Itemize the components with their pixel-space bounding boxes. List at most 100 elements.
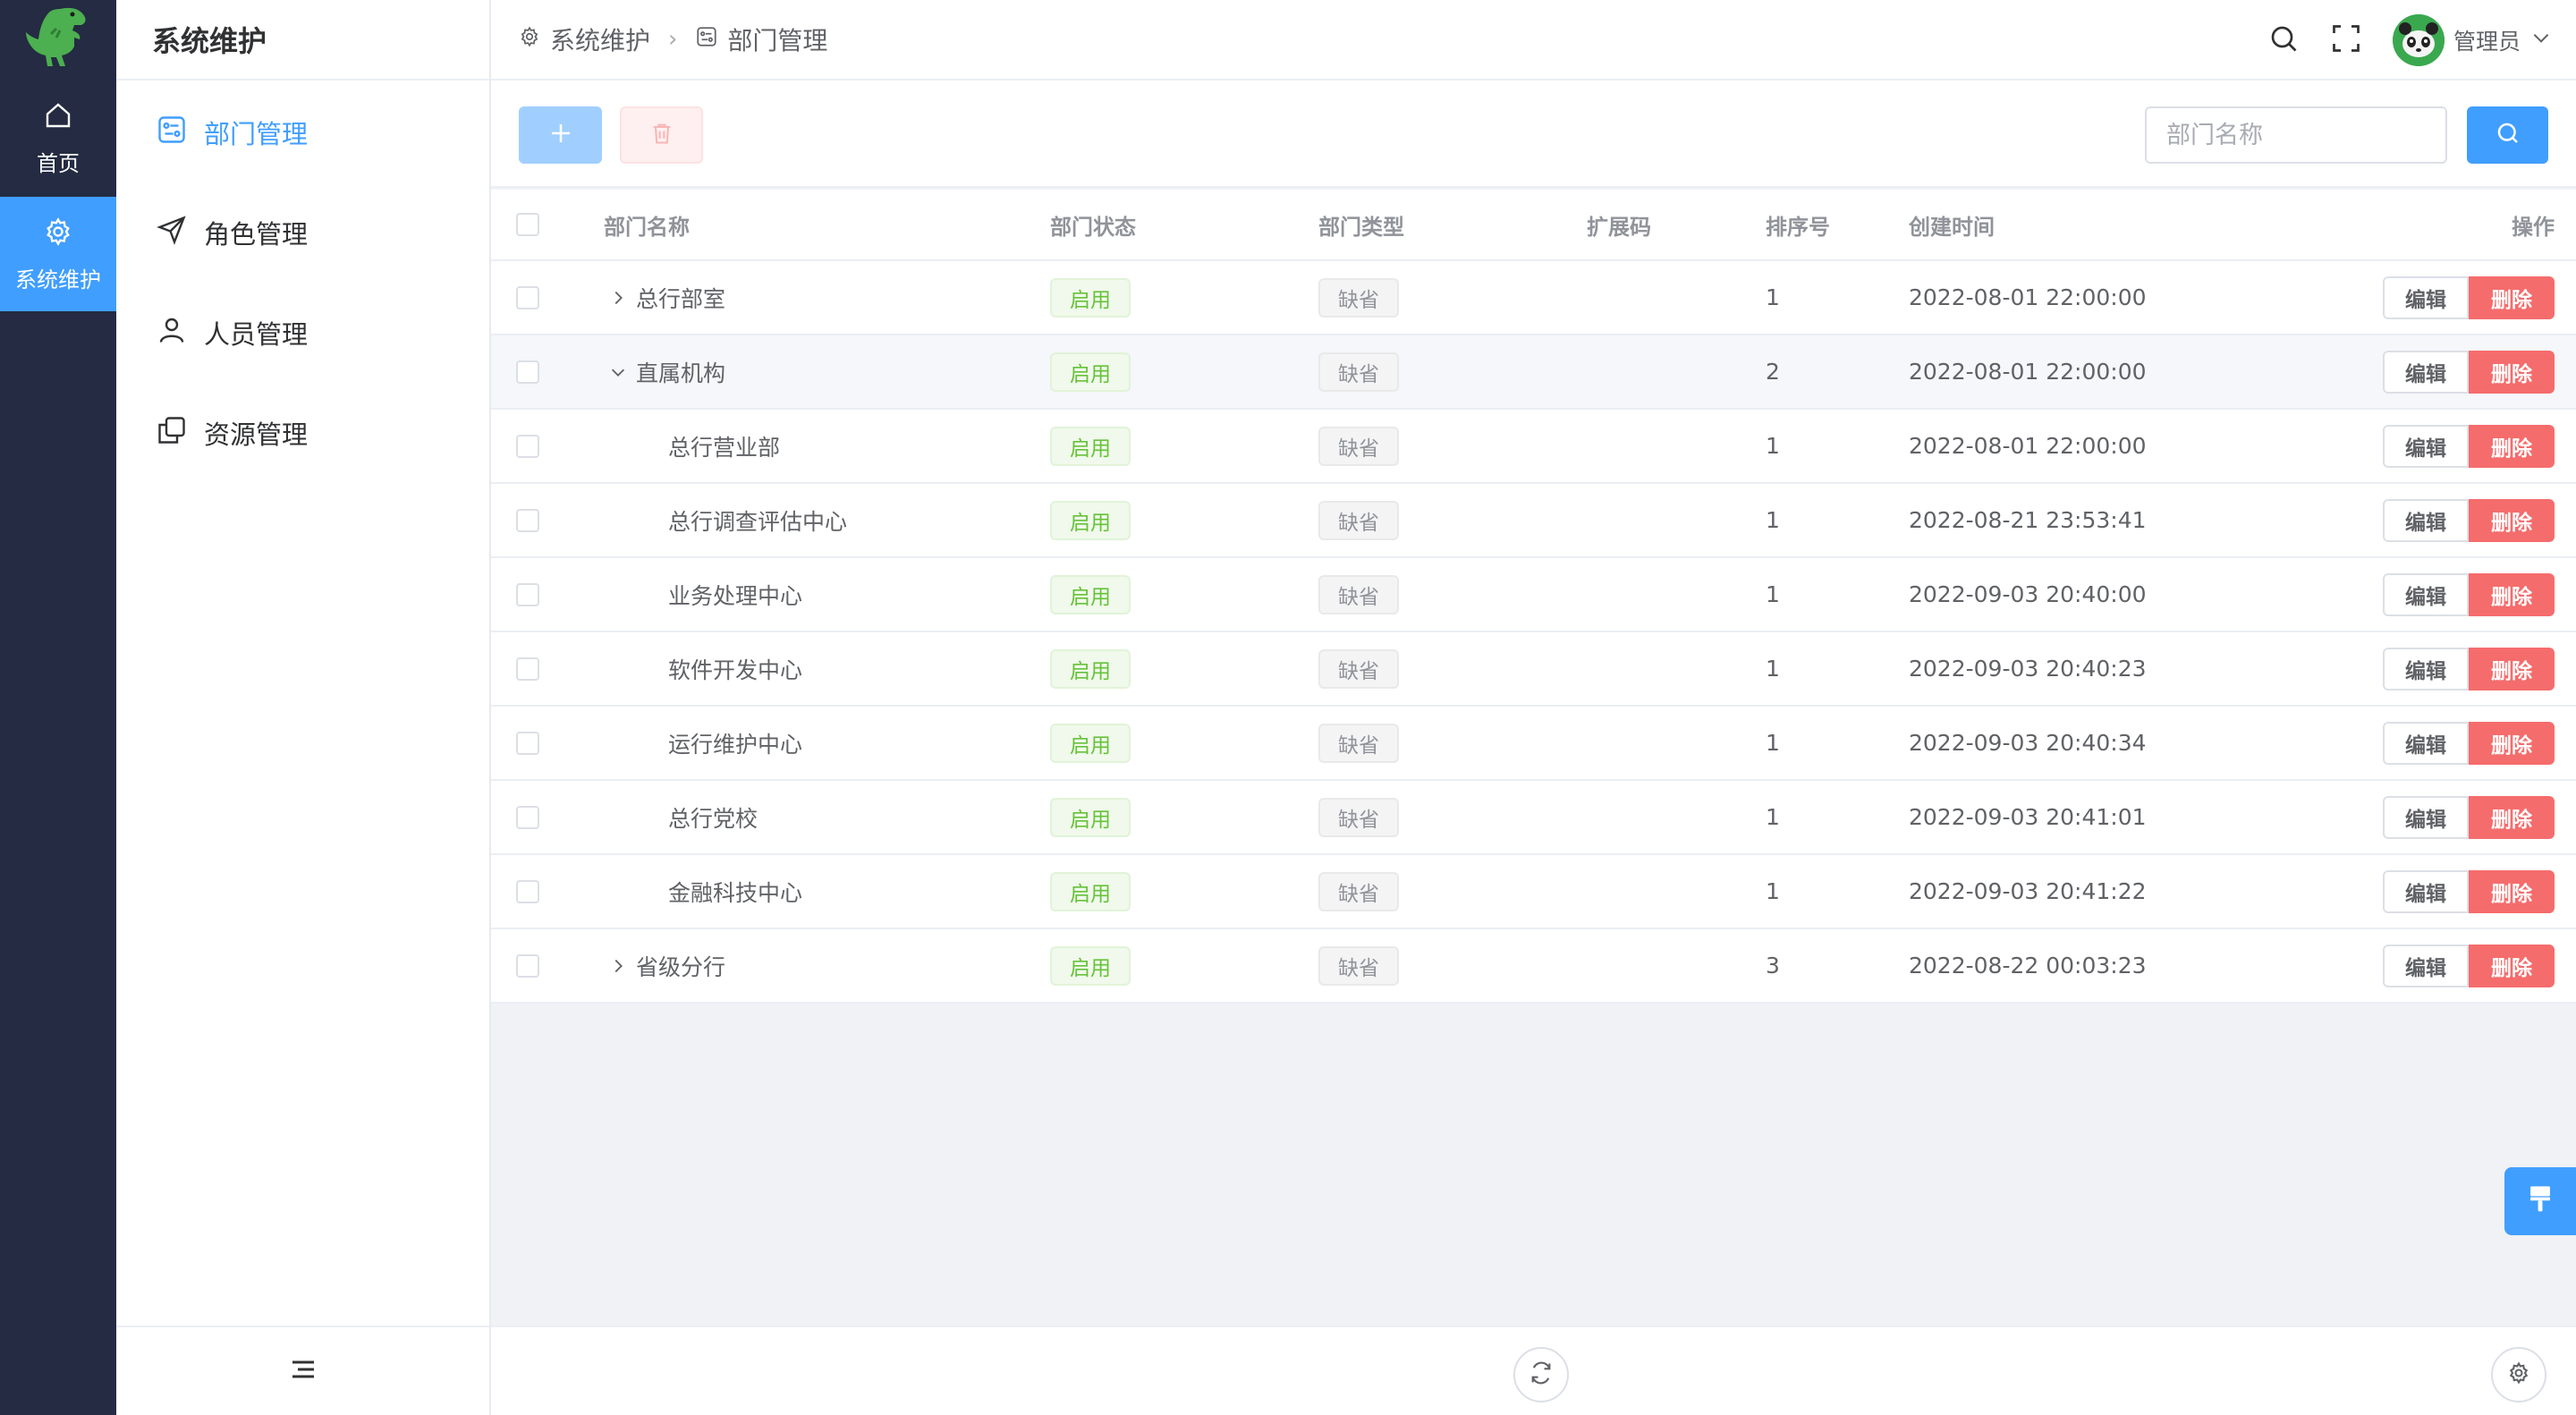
delete-button[interactable]: 删除 [2469, 498, 2555, 542]
sort-cell: 1 [1766, 730, 1780, 756]
status-cell: 启用 [1050, 855, 1131, 928]
edit-button[interactable]: 编辑 [2383, 350, 2469, 394]
delete-button[interactable]: 删除 [2469, 275, 2555, 319]
table-row[interactable]: 总行党校 启用 缺省 1 2022-09-03 20:41:01 编辑 删除 [491, 781, 2576, 855]
name-cell: 总行营业部 [604, 410, 780, 482]
delete-button[interactable]: 删除 [2469, 944, 2555, 987]
status-cell: 启用 [1050, 632, 1131, 705]
select-all-checkbox[interactable] [516, 190, 539, 259]
table-toolbar [491, 82, 2576, 188]
edit-button[interactable]: 编辑 [2383, 795, 2469, 839]
table-row[interactable]: 直属机构 启用 缺省 2 2022-08-01 22:00:00 编辑 删除 [491, 335, 2576, 410]
row-checkbox[interactable] [516, 707, 539, 779]
add-button[interactable] [519, 106, 602, 164]
status-badge: 启用 [1050, 871, 1131, 911]
batch-delete-button[interactable] [620, 106, 703, 164]
table-row[interactable]: 运行维护中心 启用 缺省 1 2022-09-03 20:40:34 编辑 删除 [491, 707, 2576, 781]
delete-button[interactable]: 删除 [2469, 795, 2555, 839]
row-checkbox[interactable] [516, 558, 539, 631]
row-checkbox[interactable] [516, 484, 539, 556]
type-cell: 缺省 [1318, 929, 1399, 1002]
type-badge: 缺省 [1318, 723, 1399, 763]
status-badge: 启用 [1050, 648, 1131, 689]
row-checkbox[interactable] [516, 261, 539, 334]
delete-button[interactable]: 删除 [2469, 721, 2555, 765]
chevron-right-icon[interactable] [604, 288, 632, 308]
search-icon[interactable] [2267, 22, 2300, 58]
edit-button[interactable]: 编辑 [2383, 498, 2469, 542]
name-cell: 总行党校 [604, 781, 758, 853]
submenu-item-role[interactable]: 角色管理 [116, 182, 489, 283]
edit-button[interactable]: 编辑 [2383, 647, 2469, 691]
table-row[interactable]: 软件开发中心 启用 缺省 1 2022-09-03 20:40:23 编辑 删除 [491, 632, 2576, 707]
row-checkbox[interactable] [516, 410, 539, 482]
row-checkbox[interactable] [516, 855, 539, 928]
status-badge: 启用 [1050, 277, 1131, 318]
table-row[interactable]: 总行调查评估中心 启用 缺省 1 2022-08-21 23:53:41 编辑 删除 [491, 484, 2576, 558]
op-cell: 编辑 删除 [2383, 410, 2555, 482]
edit-button[interactable]: 编辑 [2383, 424, 2469, 468]
dinosaur-logo [13, 0, 102, 75]
status-cell: 启用 [1050, 335, 1131, 408]
theme-tool-button[interactable] [2504, 1167, 2576, 1235]
user-menu[interactable]: 管理员 [2392, 14, 2553, 66]
trash-icon [649, 121, 674, 149]
settings-button[interactable] [2491, 1347, 2546, 1402]
delete-button[interactable]: 删除 [2469, 424, 2555, 468]
submenu-item-personnel[interactable]: 人员管理 [116, 283, 489, 383]
department-name: 总行营业部 [668, 434, 781, 461]
column-header-type: 部门类型 [1318, 214, 1404, 240]
row-checkbox[interactable] [516, 632, 539, 705]
department-name: 金融科技中心 [668, 879, 803, 906]
delete-button[interactable]: 删除 [2469, 647, 2555, 691]
department-table: 部门名称 部门状态 部门类型 扩展码 排序号 创建时间 操作 总行部室 启用 缺省 1… [491, 190, 2576, 1004]
sort-cell: 1 [1766, 581, 1780, 607]
refresh-button[interactable] [1513, 1347, 1569, 1402]
table-row[interactable]: 省级分行 启用 缺省 3 2022-08-22 00:03:23 编辑 删除 [491, 929, 2576, 1004]
chevron-down-icon[interactable] [604, 362, 632, 382]
department-name: 总行党校 [668, 805, 758, 832]
search-icon [2495, 120, 2521, 150]
edit-button[interactable]: 编辑 [2383, 869, 2469, 913]
home-icon [42, 99, 74, 137]
main-content: 部门名称 部门状态 部门类型 扩展码 排序号 创建时间 操作 总行部室启用缺省1… [491, 82, 2576, 1326]
rail-item-system[interactable]: 系统维护 [0, 197, 116, 311]
breadcrumb-item[interactable]: 系统维护 [550, 21, 650, 57]
column-header-time: 创建时间 [1909, 214, 1995, 240]
edit-button[interactable]: 编辑 [2383, 572, 2469, 616]
op-cell: 编辑 删除 [2383, 558, 2555, 631]
sort-cell: 1 [1766, 284, 1780, 310]
submenu-item-label: 角色管理 [204, 219, 309, 250]
table-row[interactable]: 业务处理中心 启用 缺省 1 2022-09-03 20:40:00 编辑 删除 [491, 558, 2576, 632]
column-header-status: 部门状态 [1050, 214, 1136, 240]
fullscreen-icon[interactable] [2330, 22, 2362, 58]
row-checkbox[interactable] [516, 929, 539, 1002]
delete-button[interactable]: 删除 [2469, 572, 2555, 616]
table-row[interactable]: 总行营业部 启用 缺省 1 2022-08-01 22:00:00 编辑 删除 [491, 410, 2576, 484]
chevron-right-icon[interactable] [604, 956, 632, 976]
edit-button[interactable]: 编辑 [2383, 275, 2469, 319]
op-cell: 编辑 删除 [2383, 781, 2555, 853]
department-name: 总行调查评估中心 [668, 508, 848, 535]
status-badge: 启用 [1050, 426, 1131, 466]
table-row[interactable]: 金融科技中心 启用 缺省 1 2022-09-03 20:41:22 编辑 删除 [491, 855, 2576, 929]
submenu-item-resource[interactable]: 资源管理 [116, 383, 489, 483]
row-checkbox[interactable] [516, 781, 539, 853]
department-name: 运行维护中心 [668, 731, 803, 758]
edit-button[interactable]: 编辑 [2383, 944, 2469, 987]
edit-button[interactable]: 编辑 [2383, 721, 2469, 765]
delete-button[interactable]: 删除 [2469, 869, 2555, 913]
gear-icon [518, 25, 541, 55]
type-badge: 缺省 [1318, 574, 1399, 614]
rail-item-home[interactable]: 首页 [0, 80, 116, 195]
search-button[interactable] [2467, 106, 2548, 164]
time-cell: 2022-08-01 22:00:00 [1909, 359, 2147, 385]
status-cell: 启用 [1050, 410, 1131, 482]
delete-button[interactable]: 删除 [2469, 350, 2555, 394]
collapse-menu-button[interactable] [116, 1326, 489, 1415]
table-row[interactable]: 总行部室 启用 缺省 1 2022-08-01 22:00:00 编辑 删除 [491, 261, 2576, 335]
row-checkbox[interactable] [516, 335, 539, 408]
submenu-item-department[interactable]: 部门管理 [116, 82, 489, 182]
type-badge: 缺省 [1318, 648, 1399, 689]
search-input[interactable] [2145, 106, 2447, 164]
